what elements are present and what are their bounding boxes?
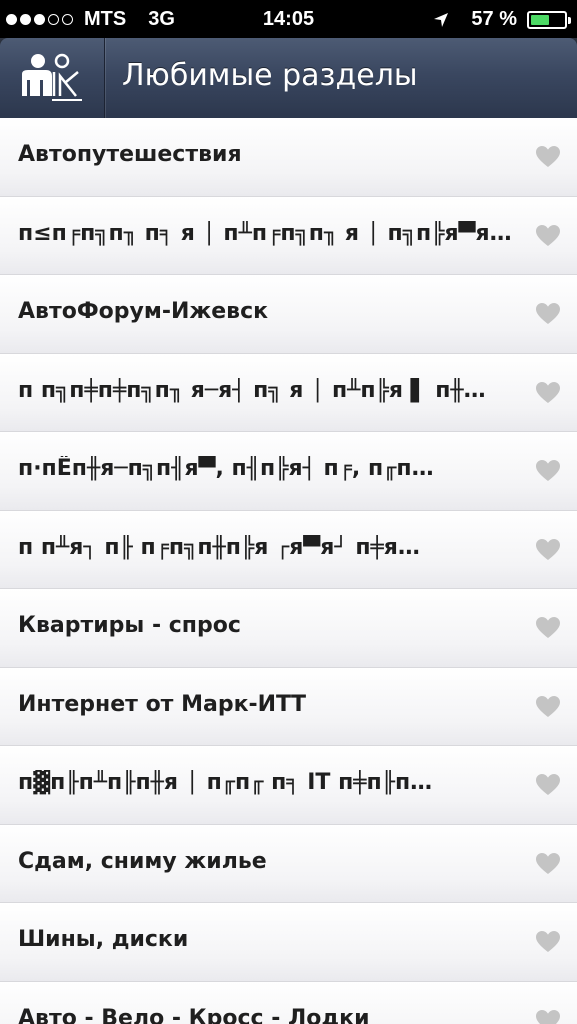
logo-button[interactable] (0, 38, 105, 118)
favorite-row[interactable]: Интернет от Марк-ИТТ (0, 667, 577, 746)
heart-icon[interactable] (535, 695, 561, 719)
favorite-label: Интернет от Марк-ИТТ (18, 691, 307, 717)
favorite-label: п п╨я┐ п╟ п╒п╗п╫п╠я ┌я▀я┘ п╪я… (18, 534, 420, 560)
status-bar: MTS 3G 14:05 57 % (0, 0, 577, 38)
heart-icon[interactable] (535, 538, 561, 562)
favorite-row[interactable]: п п╗п╪п╪п╗п╖ я─я┤ п╗ я │ п╨п╠я ▌ п╫… (0, 353, 577, 432)
favorites-list: Автопутешествия п≤п╒п╗п╖ п╕ я │ п╨п╒п╗п╖ … (0, 118, 577, 1024)
favorite-label: Автопутешествия (18, 142, 242, 167)
battery-percent: 57 % (471, 8, 517, 30)
favorite-label: Квартиры - спрос (18, 613, 241, 638)
favorite-row[interactable]: п·пЁп╫я─п╗п╢я▀, п╢п╠я┤ п╒, п╓п… (0, 432, 577, 511)
location-arrow-icon (434, 12, 449, 27)
heart-icon[interactable] (535, 224, 561, 248)
favorite-label: Сдам, сниму жилье (18, 848, 267, 874)
heart-icon[interactable] (535, 381, 561, 405)
heart-icon[interactable] (535, 773, 561, 797)
heart-icon[interactable] (535, 302, 561, 326)
people-logo-icon (22, 53, 82, 101)
favorite-label: п·пЁп╫я─п╗п╢я▀, п╢п╠я┤ п╒, п╓п… (18, 456, 434, 481)
favorite-row[interactable]: Авто - Вело - Кросс - Лодки (0, 981, 577, 1024)
favorite-row[interactable]: п≤п╒п╗п╖ п╕ я │ п╨п╒п╗п╖ я │ п╗п╠я▀я… (0, 196, 577, 275)
heart-icon[interactable] (535, 145, 561, 169)
heart-icon[interactable] (535, 852, 561, 876)
status-right: 57 % (433, 8, 571, 31)
favorite-row[interactable]: Квартиры - спрос (0, 589, 577, 668)
favorite-row[interactable]: Шины, диски (0, 903, 577, 982)
favorite-row[interactable]: п▓п╟п╨п╟п╫я │ п╓п╓ п╕ IT п╪п╟п… (0, 746, 577, 825)
heart-icon[interactable] (535, 930, 561, 954)
heart-icon[interactable] (535, 459, 561, 483)
favorite-row[interactable]: Автопутешествия (0, 118, 577, 197)
favorite-row[interactable]: Сдам, сниму жилье (0, 824, 577, 903)
heart-icon[interactable] (535, 1009, 561, 1024)
battery-icon (527, 10, 571, 29)
favorite-label: п≤п╒п╗п╖ п╕ я │ п╨п╒п╗п╖ я │ п╗п╠я▀я… (18, 220, 512, 246)
favorite-label: АвтоФорум-Ижевск (18, 299, 269, 324)
heart-icon[interactable] (535, 616, 561, 640)
favorite-label: Шины, диски (18, 927, 189, 952)
favorite-row[interactable]: п п╨я┐ п╟ п╒п╗п╫п╠я ┌я▀я┘ п╪я… (0, 510, 577, 589)
favorite-label: п п╗п╪п╪п╗п╖ я─я┤ п╗ я │ п╨п╠я ▌ п╫… (18, 377, 486, 403)
navigation-bar: Любимые разделы (0, 38, 577, 118)
favorite-label: Авто - Вело - Кросс - Лодки (18, 1005, 370, 1024)
page-title: Любимые разделы (122, 58, 418, 93)
favorite-row[interactable]: АвтоФорум-Ижевск (0, 275, 577, 354)
favorite-label: п▓п╟п╨п╟п╫я │ п╓п╓ п╕ IT п╪п╟п… (18, 770, 433, 795)
